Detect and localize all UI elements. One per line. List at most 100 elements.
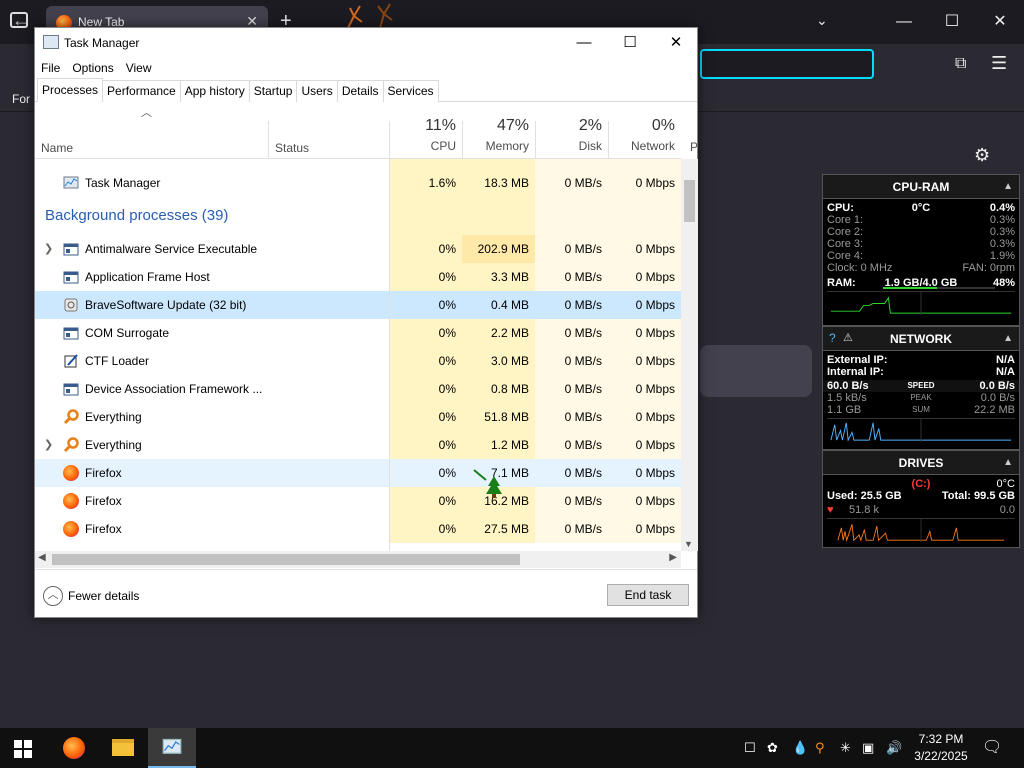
tab-performance[interactable]: Performance xyxy=(102,80,181,102)
tray-droplet-icon[interactable]: 💧 xyxy=(792,728,808,768)
gear-icon[interactable]: ⚙ xyxy=(974,145,990,166)
column-disk[interactable]: 2% Disk xyxy=(535,103,608,159)
process-memory: 202.9 MB xyxy=(462,235,535,263)
tray-snowflake-icon[interactable]: ✳ xyxy=(840,728,851,768)
volume-icon[interactable]: 🔊 xyxy=(886,728,902,768)
process-network: 0 Mbps xyxy=(635,298,675,312)
table-row[interactable]: ❯ Everything 0% 1.2 MB 0 MB/s 0 Mbps xyxy=(35,431,681,459)
process-cpu: 0% xyxy=(389,515,462,543)
bookmark-item[interactable]: For xyxy=(12,92,30,106)
app-window-icon xyxy=(63,271,79,284)
ctf-loader-icon xyxy=(64,354,78,368)
scroll-thumb[interactable] xyxy=(52,554,520,565)
table-row[interactable]: Firefox 0% 16.2 MB 0 MB/s 0 Mbps xyxy=(35,487,681,515)
scroll-thumb[interactable] xyxy=(684,180,695,222)
close-window-button[interactable]: ✕ xyxy=(976,0,1024,44)
table-row[interactable]: Firefox 0% 27.5 MB 0 MB/s 0 Mbps xyxy=(35,515,681,543)
app-window-icon xyxy=(63,327,79,340)
maximize-button[interactable]: ☐ xyxy=(607,28,653,57)
collapse-icon[interactable]: ▲ xyxy=(1003,457,1013,468)
drive-io-row: ♥ 51.8 k 0.0 xyxy=(827,504,1015,516)
process-network: 0 Mbps xyxy=(608,403,681,431)
process-disk: 0 MB/s xyxy=(535,515,608,543)
taskbar-task-manager[interactable] xyxy=(148,728,196,768)
table-row[interactable]: Task Manager 1.6% 18.3 MB 0 MB/s 0 Mbps xyxy=(35,169,681,197)
menu-view[interactable]: View xyxy=(120,57,158,79)
process-memory: 1.2 MB xyxy=(462,431,535,459)
table-row[interactable]: Everything 0% 51.8 MB 0 MB/s 0 Mbps xyxy=(35,403,681,431)
taskbar-clock[interactable]: 7:32 PM 3/22/2025 xyxy=(906,731,976,765)
process-cpu: 0% xyxy=(389,403,462,431)
tab-startup[interactable]: Startup xyxy=(248,80,298,102)
back-arrow-icon[interactable]: ← xyxy=(12,10,30,31)
tab-services[interactable]: Services xyxy=(382,80,439,102)
table-row[interactable]: BraveSoftware Update (32 bit) 0% 0.4 MB 0 M… xyxy=(35,291,681,319)
tray-everything-icon[interactable]: ⚲ xyxy=(815,728,825,768)
column-memory[interactable]: 47% Memory xyxy=(462,103,535,159)
notification-icon[interactable]: 🗨 xyxy=(982,728,1002,768)
process-cpu: 0% xyxy=(389,487,462,515)
horizontal-scrollbar[interactable]: ◀ ▶ xyxy=(35,551,681,568)
minimize-button[interactable]: — xyxy=(561,28,607,57)
column-network[interactable]: 0% Network xyxy=(608,103,681,159)
process-cpu: 0% xyxy=(389,375,462,403)
title-bar: Task Manager — ☐ ✕ xyxy=(35,28,697,57)
menu-options[interactable]: Options xyxy=(66,57,119,79)
minimize-window-button[interactable]: — xyxy=(880,0,928,44)
collapse-icon[interactable]: ▲ xyxy=(1003,333,1013,344)
tab-users[interactable]: Users xyxy=(296,80,338,102)
taskbar-file-explorer[interactable] xyxy=(98,728,146,768)
hamburger-menu-icon[interactable]: ☰ xyxy=(991,53,1007,74)
menu-file[interactable]: File xyxy=(35,57,66,79)
table-row[interactable]: Application Frame Host 0% 3.3 MB 0 MB/s 0 Mb… xyxy=(35,263,681,291)
scroll-left-icon[interactable]: ◀ xyxy=(38,552,46,563)
list-all-tabs-chevron-icon[interactable]: ⌄ xyxy=(816,12,828,29)
windows-start-icon[interactable] xyxy=(14,740,32,758)
vertical-scrollbar[interactable]: ▼ xyxy=(681,159,698,551)
widget-header: DRIVES ▲ xyxy=(823,451,1019,475)
column-power-truncated[interactable]: P xyxy=(690,140,698,154)
tray-network-icon[interactable]: ▣ xyxy=(862,728,874,768)
table-row[interactable]: CTF Loader 0% 3.0 MB 0 MB/s 0 Mbps xyxy=(35,347,681,375)
column-cpu[interactable]: 11% CPU xyxy=(389,103,462,159)
process-memory: 0.4 MB xyxy=(490,298,529,312)
process-disk: 0 MB/s xyxy=(535,403,608,431)
process-name: Firefox xyxy=(85,522,122,536)
tab-processes[interactable]: Processes xyxy=(37,78,104,102)
column-status[interactable]: Status xyxy=(275,141,309,155)
fewer-details-link[interactable]: Fewer details xyxy=(68,589,139,603)
expand-chevron-icon[interactable]: ❯ xyxy=(44,431,53,459)
collapse-icon[interactable]: ▲ xyxy=(1003,181,1013,192)
column-divider[interactable] xyxy=(268,121,269,159)
table-row[interactable]: COM Surrogate 0% 2.2 MB 0 MB/s 0 Mbps xyxy=(35,319,681,347)
tab-strip: Processes Performance App history Startu… xyxy=(35,78,697,102)
drives-widget: DRIVES ▲ (C:) 0°C Used: 25.5 GB Total: 99.… xyxy=(822,450,1020,548)
drive-usage-row: Used: 25.5 GB Total: 99.5 GB xyxy=(827,490,1015,502)
expand-chevron-icon[interactable]: ❯ xyxy=(44,235,53,263)
end-task-button[interactable]: End task xyxy=(607,584,689,606)
restore-window-button[interactable]: ☐ xyxy=(928,0,976,44)
clock-time: 7:32 PM xyxy=(918,732,964,746)
widget-header: ? ⚠ NETWORK ▲ xyxy=(823,327,1019,351)
taskbar-firefox[interactable] xyxy=(50,728,98,768)
column-name[interactable]: Name xyxy=(41,141,73,155)
process-disk: 0 MB/s xyxy=(535,431,608,459)
tray-app-icon[interactable]: ✿ xyxy=(767,728,778,768)
tree-cursor-icon xyxy=(473,469,502,498)
extensions-icon[interactable]: ⧉ xyxy=(955,55,966,73)
core-row: Core 4: 1.9% xyxy=(827,250,1015,262)
chevron-up-icon[interactable]: ︿ xyxy=(43,586,63,606)
table-row[interactable]: Firefox 0% 7.1 MB 0 MB/s 0 Mbps xyxy=(35,459,681,487)
sum-row: 1.1 GB SUM 22.2 MB xyxy=(827,404,1015,416)
table-row[interactable]: ❯ Antimalware Service Executable 0% 202.9 M… xyxy=(35,235,681,263)
scroll-right-icon[interactable]: ▶ xyxy=(669,552,677,563)
new-tab-shortcut-tile[interactable] xyxy=(700,345,812,397)
scroll-down-icon[interactable]: ▼ xyxy=(684,539,693,549)
group-header-background[interactable]: Background processes (39) xyxy=(35,197,681,235)
tab-details[interactable]: Details xyxy=(336,80,384,102)
table-row[interactable]: Device Association Framework ... 0% 0.8 MB… xyxy=(35,375,681,403)
tab-app-history[interactable]: App history xyxy=(179,80,250,102)
url-bar[interactable] xyxy=(700,49,874,79)
close-button[interactable]: ✕ xyxy=(653,28,699,57)
show-hidden-icons-icon[interactable]: ☐ xyxy=(744,728,756,768)
